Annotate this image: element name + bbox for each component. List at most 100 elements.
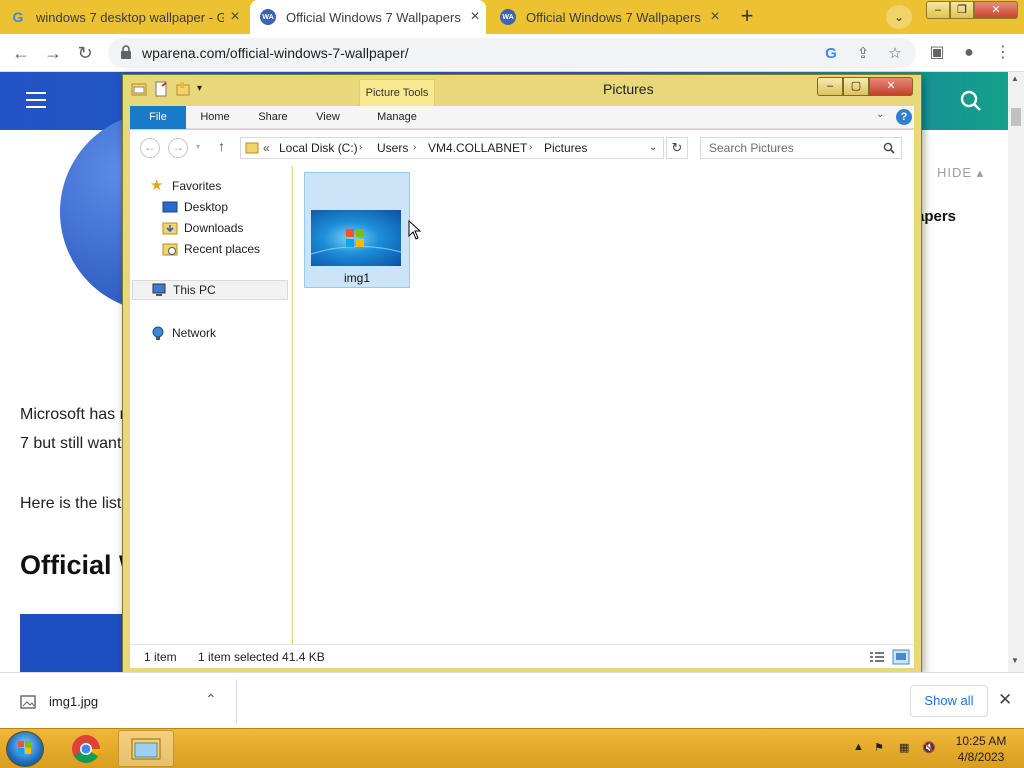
file-item-img1[interactable]: img1 <box>304 172 410 288</box>
taskbar-chrome-button[interactable] <box>58 730 114 767</box>
file-explorer-window: ▾ Picture Tools Pictures – ▢ ✕ File Home… <box>122 74 922 674</box>
close-tab-icon[interactable]: × <box>224 8 246 26</box>
breadcrumb-separator-icon[interactable]: › <box>359 138 362 158</box>
system-clock[interactable]: 10:25 AM 4/8/2023 <box>948 733 1014 765</box>
scrollbar-thumb[interactable] <box>1011 108 1021 126</box>
address-dropdown-chevron-icon[interactable]: ⌄ <box>649 138 657 158</box>
downloads-folder-icon <box>162 222 178 235</box>
page-scrollbar[interactable]: ▲ ▼ <box>1008 72 1024 684</box>
tab-share[interactable]: Share <box>248 106 298 129</box>
share-icon[interactable]: ⇪ <box>852 43 874 65</box>
explorer-forward-icon[interactable]: → <box>168 138 188 158</box>
browser-tab-1[interactable]: G windows 7 desktop wallpaper - G × <box>0 0 246 34</box>
explorer-search-input[interactable]: Search Pictures <box>700 137 902 159</box>
window-minimize-button[interactable]: – <box>926 1 950 19</box>
address-bar[interactable]: wparena.com/official-windows-7-wallpaper… <box>108 38 916 68</box>
breadcrumb-users[interactable]: Users <box>377 138 408 158</box>
breadcrumb-local-disk[interactable]: Local Disk (C:) <box>279 138 358 158</box>
chrome-icon <box>72 735 100 763</box>
volume-muted-icon[interactable]: 🔇 <box>922 741 936 754</box>
divider <box>236 679 237 723</box>
browser-tab-3[interactable]: WA Official Windows 7 Wallpapers - × <box>490 0 726 34</box>
tab-title: Official Windows 7 Wallpapers - <box>526 9 704 25</box>
explorer-close-button[interactable]: ✕ <box>869 77 913 96</box>
details-view-icon[interactable] <box>868 649 886 665</box>
computer-icon <box>152 283 166 296</box>
nav-network[interactable]: Network <box>150 323 216 343</box>
explorer-address-bar[interactable]: « Local Disk (C:) › Users › VM4.COLLABNE… <box>240 137 664 159</box>
reload-icon[interactable]: ↻ <box>72 40 98 66</box>
close-shelf-icon[interactable]: ✕ <box>998 690 1012 710</box>
large-icons-view-icon[interactable] <box>892 649 910 665</box>
start-button[interactable] <box>6 731 44 767</box>
recent-locations-chevron-icon[interactable]: ▾ <box>196 142 200 151</box>
search-icon[interactable] <box>960 90 982 112</box>
clock-date: 4/8/2023 <box>957 750 1005 764</box>
show-hidden-icons-chevron-icon[interactable]: ▲ <box>853 741 864 753</box>
up-arrow-icon[interactable]: ↑ <box>218 138 225 154</box>
network-icon <box>152 326 164 340</box>
tab-search-chevron-icon[interactable]: ⌄ <box>886 5 912 29</box>
explorer-address-row: ← → ▾ ↑ « Local Disk (C:) › Users › VM4.… <box>130 130 914 166</box>
file-list-pane[interactable]: img1 <box>293 166 914 644</box>
profile-avatar-icon[interactable]: ● <box>958 42 980 64</box>
close-tab-icon[interactable]: × <box>704 8 726 26</box>
refresh-icon[interactable]: ↻ <box>666 137 688 159</box>
article-text: Here is the list <box>20 495 122 512</box>
google-lens-icon[interactable]: G <box>820 43 842 65</box>
windows-logo-icon <box>311 229 401 255</box>
url-text: wparena.com/official-windows-7-wallpaper… <box>142 45 409 61</box>
help-icon[interactable]: ? <box>896 109 912 125</box>
window-maximize-button[interactable]: ❐ <box>950 1 974 19</box>
tab-view[interactable]: View <box>306 106 350 129</box>
network-tray-icon[interactable]: ▦ <box>899 741 909 754</box>
folder-icon[interactable] <box>131 81 147 97</box>
bookmark-star-icon[interactable]: ☆ <box>884 43 906 65</box>
new-tab-button[interactable]: + <box>733 4 761 30</box>
explorer-title-bar[interactable]: ▾ Picture Tools Pictures – ▢ ✕ <box>123 75 921 107</box>
scroll-up-arrow-icon[interactable]: ▲ <box>1011 74 1019 83</box>
breadcrumb-overflow[interactable]: « <box>263 138 270 158</box>
back-arrow-icon[interactable]: ← <box>8 40 34 66</box>
breadcrumb-pictures[interactable]: Pictures <box>544 138 587 158</box>
tab-manage[interactable]: Manage <box>366 106 428 129</box>
tab-home[interactable]: Home <box>190 106 240 129</box>
downloaded-file-name[interactable]: img1.jpg <box>49 694 98 709</box>
mouse-cursor-icon <box>408 220 422 240</box>
action-center-flag-icon[interactable]: ⚑ <box>874 741 884 754</box>
nav-downloads[interactable]: Downloads <box>162 218 243 238</box>
download-options-chevron-icon[interactable]: ⌃ <box>205 691 217 708</box>
windows-logo-icon <box>18 741 31 754</box>
breadcrumb-separator-icon[interactable]: › <box>529 138 532 158</box>
hide-toggle[interactable]: HIDE ▴ <box>937 165 984 181</box>
browser-tab-2[interactable]: WA Official Windows 7 Wallpapers - × <box>250 0 486 34</box>
nav-desktop[interactable]: Desktop <box>162 197 228 217</box>
nav-recent-places[interactable]: Recent places <box>162 239 260 259</box>
side-panel-icon[interactable]: ▣ <box>926 42 948 64</box>
explorer-back-icon[interactable]: ← <box>140 138 160 158</box>
new-folder-icon[interactable] <box>175 81 191 97</box>
nav-this-pc[interactable]: This PC <box>132 280 288 300</box>
tab-title: Official Windows 7 Wallpapers - <box>286 9 464 25</box>
taskbar-explorer-button[interactable] <box>118 730 174 767</box>
forward-arrow-icon[interactable]: → <box>40 40 66 66</box>
tab-file[interactable]: File <box>130 106 186 129</box>
selection-info: 1 item selected 41.4 KB <box>198 650 325 664</box>
customize-chevron-icon[interactable]: ▾ <box>197 81 202 97</box>
clock-time: 10:25 AM <box>955 734 1007 748</box>
file-name: img1 <box>343 271 370 285</box>
picture-tools-label: Picture Tools <box>359 79 435 107</box>
breadcrumb-vm4[interactable]: VM4.COLLABNET <box>428 138 527 158</box>
nav-favorites[interactable]: ★ Favorites <box>150 176 221 196</box>
breadcrumb-separator-icon[interactable]: › <box>413 138 416 158</box>
scroll-down-arrow-icon[interactable]: ▼ <box>1011 656 1019 665</box>
explorer-maximize-button[interactable]: ▢ <box>843 77 869 96</box>
chrome-menu-icon[interactable]: ⋮ <box>992 42 1014 64</box>
close-tab-icon[interactable]: × <box>464 8 486 26</box>
properties-icon[interactable] <box>153 81 169 97</box>
show-all-button[interactable]: Show all <box>910 685 988 717</box>
window-close-button[interactable]: ✕ <box>974 1 1018 19</box>
explorer-minimize-button[interactable]: – <box>817 77 843 96</box>
hamburger-menu-icon[interactable] <box>26 92 46 108</box>
expand-ribbon-chevron-icon[interactable]: ⌄ <box>876 109 884 120</box>
